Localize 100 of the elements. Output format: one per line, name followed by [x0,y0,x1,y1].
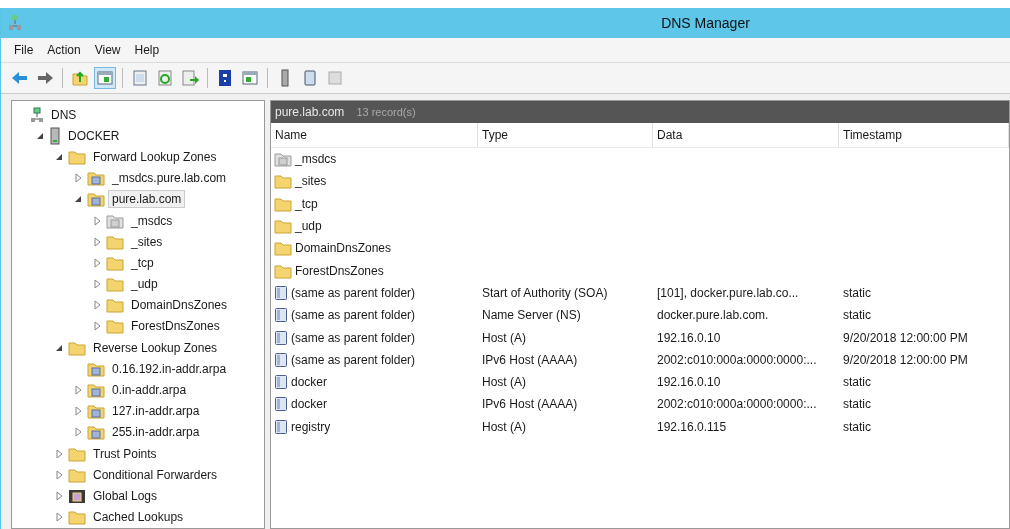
tree-item[interactable]: DNS [47,105,81,124]
tree-item[interactable]: _udp [127,275,162,294]
folder-icon [274,195,292,212]
column-header[interactable]: Type [478,123,653,148]
table-cell: (same as parent folder) [291,330,416,345]
folder-icon [68,339,86,356]
network-icon [30,106,44,123]
zone-folder-icon [87,191,105,208]
table-cell: Name Server (NS) [482,308,581,323]
folder-icon [68,466,86,483]
folder-icon [106,276,124,293]
tree-item[interactable]: _msdcs [127,211,177,230]
record-icon [274,418,288,435]
expand-arrow-icon[interactable] [92,236,102,247]
log-icon [68,487,86,504]
table-cell: docker [291,375,328,390]
expand-arrow-icon[interactable] [54,490,64,501]
tree-item[interactable]: _msdcs.pure.lab.com [108,169,231,188]
expand-arrow-icon[interactable] [73,427,83,438]
table-cell: Host (A) [482,375,526,390]
tree-item[interactable]: pure.lab.com [108,190,186,209]
table-cell: _udp [295,219,322,234]
app-icon [9,15,21,31]
export-icon[interactable] [179,67,201,89]
tree-item[interactable]: _sites [127,232,167,251]
table-cell: 192.16.0.10 [657,330,721,345]
table-cell: (same as parent folder) [291,308,416,323]
table-cell: static [843,308,871,323]
folder-icon [274,173,292,190]
tree-item[interactable]: Conditional Forwarders [89,465,222,484]
table-cell: _msdcs [295,152,337,167]
zone-folder-icon [87,403,105,420]
menu-item[interactable]: File [9,41,39,59]
zone-folder-icon [87,424,105,441]
menu-item[interactable]: View [89,41,126,59]
table-cell: 192.16.0.115 [657,419,727,434]
table-cell: Host (A) [482,330,526,345]
expand-arrow-icon[interactable] [92,321,102,332]
expand-arrow-icon[interactable] [92,215,102,226]
tree-item[interactable]: Cached Lookups [89,508,188,527]
table-cell: ForestDnsZones [295,263,384,278]
expand-arrow-icon[interactable] [73,406,83,417]
delegation-folder-icon [106,212,124,229]
delegation-folder-icon [274,151,292,168]
expand-arrow-icon[interactable] [73,173,83,184]
tree-item[interactable]: _tcp [127,253,158,272]
menu-item[interactable]: Help [129,41,165,59]
expand-arrow-icon[interactable] [92,257,102,268]
tree-item[interactable]: 0.in-addr.arpa [108,381,191,400]
record-icon [274,284,288,301]
server-icon [49,126,61,145]
table-cell: static [843,419,871,434]
record-icon [274,351,288,368]
table-cell: _tcp [295,196,318,211]
table-cell: (same as parent folder) [291,285,416,300]
tree-item[interactable]: DomainDnsZones [127,296,232,315]
table-cell: (same as parent folder) [291,352,416,367]
folder-icon [106,297,124,314]
folder-icon [68,148,86,165]
collapse-arrow-icon[interactable] [73,194,83,205]
expand-arrow-icon[interactable] [92,279,102,290]
table-cell: 9/20/2018 12:00:00 PM [843,352,968,367]
expand-arrow-icon[interactable] [54,512,64,523]
table-cell: 2002:c010:000a:0000:0000:... [657,397,817,412]
tree-item[interactable]: Forward Lookup Zones [89,147,221,166]
expand-arrow-icon[interactable] [54,448,64,459]
column-header[interactable]: Name [271,123,478,148]
record-icon [274,396,288,413]
column-header[interactable]: Timestamp [839,123,1009,148]
table-cell: IPv6 Host (AAAA) [482,397,578,412]
record-icon [274,329,288,346]
zone-folder-icon [87,382,105,399]
folder-icon [106,254,124,271]
table-cell: static [843,375,871,390]
zone-name: pure.lab.com [275,105,345,119]
tree-item[interactable]: DOCKER [64,126,124,145]
table-cell: static [843,397,871,412]
folder-icon [106,318,124,335]
tree-item[interactable]: 127.in-addr.arpa [108,402,204,421]
tree-item[interactable]: 255.in-addr.arpa [108,423,204,442]
folder-icon [274,218,292,235]
expand-arrow-icon[interactable] [54,469,64,480]
expand-arrow-icon[interactable] [92,300,102,311]
table-cell: static [843,285,871,300]
window-icon[interactable] [94,67,116,89]
tree-item[interactable]: Global Logs [89,486,162,505]
tree-item[interactable]: ForestDnsZones [127,317,224,336]
expand-arrow-icon[interactable] [73,385,83,396]
record-icon [274,307,288,324]
column-header[interactable]: Data [653,123,839,148]
table-cell: 192.16.0.10 [657,375,721,390]
table-cell: Host (A) [482,419,526,434]
table-cell: _sites [295,174,327,189]
table-cell: docker [291,397,328,412]
tree-item[interactable]: 0.16.192.in-addr.arpa [108,359,231,378]
record-count: 13 record(s) [356,106,416,118]
tree-item[interactable]: Reverse Lookup Zones [89,338,222,357]
tree-item[interactable]: Trust Points [89,444,161,463]
folder-icon [106,233,124,250]
menu-item[interactable]: Action [42,41,86,59]
